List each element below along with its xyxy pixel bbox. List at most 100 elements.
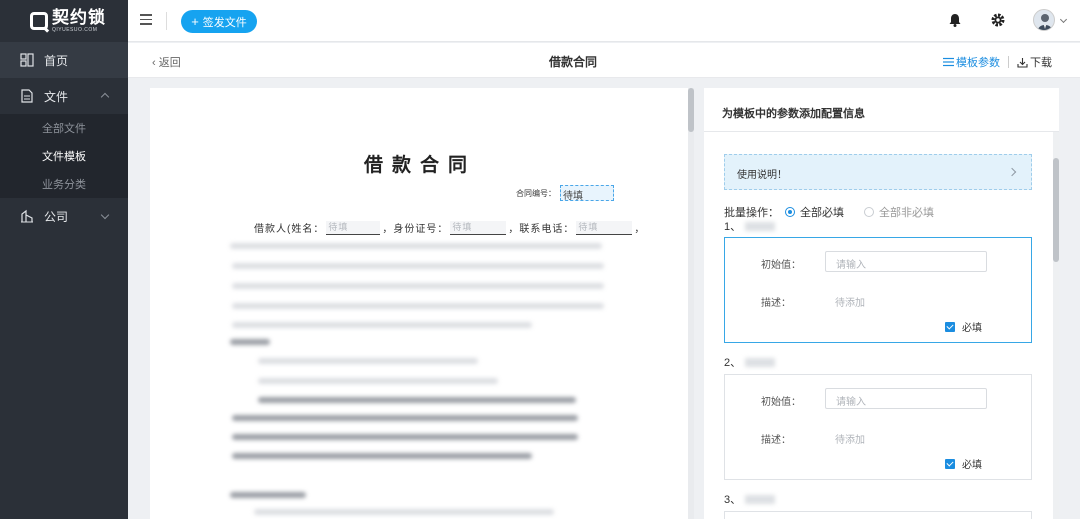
contract-title: 借款合同	[363, 154, 476, 176]
checkbox-checked-icon[interactable]	[945, 458, 955, 469]
param-card[interactable]: 初始值： 请输入 描述： 待添加 必填	[724, 374, 1032, 480]
top-bar: + 签发文件	[128, 0, 1080, 42]
sidebar-item-company[interactable]: 公司	[0, 198, 128, 234]
param-config-panel: 为模板中的参数添加配置信息 使用说明！ 批量操作： 全部必填 全部非必填 1、 …	[704, 88, 1059, 519]
sign-document-label: 签发文件	[202, 16, 247, 29]
sidebar: 契约锁 QIYUESUO.COM 首页 文件 全部文件 文件模板 业务分类 公司	[0, 0, 128, 519]
panel-title: 为模板中的参数添加配置信息	[704, 88, 1059, 132]
sidebar-item-files[interactable]: 文件	[0, 78, 128, 114]
blurred-text-line	[232, 453, 532, 459]
sidebar-submenu: 全部文件 文件模板 业务分类	[0, 114, 128, 198]
divider	[1008, 56, 1009, 68]
end-mark: ，	[634, 224, 646, 235]
usage-instructions[interactable]: 使用说明！	[724, 154, 1032, 190]
sidebar-item-home[interactable]: 首页	[0, 42, 128, 78]
gear-icon[interactable]	[990, 12, 1006, 28]
all-required-radio[interactable]	[785, 207, 795, 217]
sidebar-item-label: 首页	[44, 53, 69, 68]
document-header: ‹ 返回 借款合同 模板参数 下载	[128, 43, 1080, 78]
sidebar-item-all-files[interactable]: 全部文件	[0, 114, 128, 142]
initial-value-label: 初始值：	[761, 397, 801, 408]
download-label: 下载	[1030, 57, 1052, 69]
user-avatar-icon	[1037, 14, 1053, 30]
param-label: 2、	[724, 354, 776, 370]
param-card[interactable]: 初始值： 请输入 描述： 待添加 必填	[724, 237, 1032, 343]
template-params-button[interactable]: 模板参数	[943, 54, 1000, 70]
blurred-text-line	[232, 303, 604, 309]
bell-icon[interactable]	[947, 12, 963, 28]
all-optional-radio[interactable]	[864, 207, 874, 217]
blurred-heading	[230, 492, 306, 498]
param-label: 1、	[724, 218, 776, 234]
divider	[166, 12, 167, 30]
blurred-text-line	[258, 397, 576, 403]
scrollbar-thumb[interactable]	[1053, 158, 1059, 262]
required-label: 必填	[962, 323, 982, 334]
blurred-text-line	[230, 243, 602, 249]
blurred-text-line	[258, 378, 498, 384]
menu-toggle-icon[interactable]	[140, 14, 152, 26]
header-actions: 模板参数 下载	[943, 54, 1052, 70]
blurred-param-name	[745, 494, 776, 504]
initial-value-input[interactable]: 请输入	[825, 388, 987, 409]
description-field[interactable]: 待添加	[835, 294, 865, 309]
home-icon	[20, 53, 34, 67]
plus-icon: +	[191, 14, 199, 29]
list-icon	[943, 57, 954, 67]
logo-subtitle: QIYUESUO.COM	[52, 27, 98, 33]
borrower-name-field[interactable]: 待填	[326, 220, 381, 235]
all-optional-option[interactable]: 全部非必填	[858, 204, 934, 220]
download-icon	[1017, 57, 1028, 68]
required-label: 必填	[962, 460, 982, 471]
required-checkbox[interactable]: 必填	[945, 319, 982, 334]
blurred-text-line	[258, 358, 478, 364]
checkbox-checked-icon[interactable]	[945, 321, 955, 332]
scrollbar-thumb[interactable]	[688, 88, 694, 132]
borrower-line: 借款人(姓名： 待填 ，身份证号： 待填 ，联系电话： 待填 ，	[254, 220, 645, 235]
sidebar-item-label: 公司	[44, 209, 69, 224]
company-icon	[21, 209, 33, 223]
template-params-label: 模板参数	[956, 57, 1000, 69]
blurred-text-line	[232, 415, 578, 421]
phone-field[interactable]: 待填	[576, 220, 633, 235]
panel-scrollbar[interactable]	[1053, 132, 1059, 519]
all-optional-label[interactable]: 全部非必填	[879, 204, 934, 220]
chevron-right-icon	[1007, 167, 1017, 177]
chevron-down-icon[interactable]	[1059, 15, 1068, 24]
required-checkbox[interactable]: 必填	[945, 456, 982, 471]
param-number: 2、	[724, 357, 742, 369]
chevron-down-icon	[100, 210, 110, 220]
id-label: ，身份证号：	[382, 224, 449, 235]
sign-document-button[interactable]: + 签发文件	[181, 10, 257, 33]
blurred-text-line	[254, 509, 554, 515]
blurred-text-line	[232, 322, 532, 328]
download-button[interactable]: 下载	[1017, 54, 1052, 70]
usage-label: 使用说明！	[737, 170, 787, 181]
all-required-label[interactable]: 全部必填	[800, 204, 844, 220]
file-icon	[21, 89, 33, 103]
id-number-field[interactable]: 待填	[450, 220, 507, 235]
page-title: 借款合同	[548, 55, 597, 69]
param-label: 3、	[724, 491, 776, 507]
description-label: 描述：	[761, 435, 791, 446]
contract-number: 合同编号： 待填	[516, 185, 614, 202]
description-field[interactable]: 待添加	[835, 431, 865, 446]
blurred-text-line	[232, 434, 578, 440]
sidebar-item-business-category[interactable]: 业务分类	[0, 170, 128, 198]
blurred-heading	[230, 339, 270, 345]
document-scrollbar[interactable]	[688, 88, 694, 519]
logo-title: 契约锁	[52, 8, 106, 27]
sidebar-item-file-templates[interactable]: 文件模板	[0, 142, 128, 170]
document-preview: 借款合同 合同编号： 待填 借款人(姓名： 待填 ，身份证号： 待填 ，联系电话…	[150, 88, 688, 519]
chevron-up-icon	[100, 92, 110, 102]
param-card[interactable]	[724, 511, 1032, 519]
initial-value-label: 初始值：	[761, 260, 801, 271]
param-number: 1、	[724, 221, 742, 233]
param-number: 3、	[724, 494, 742, 506]
initial-value-input[interactable]: 请输入	[825, 251, 987, 272]
avatar[interactable]	[1033, 9, 1055, 31]
sidebar-item-label: 文件	[44, 89, 69, 104]
logo-icon	[30, 12, 48, 30]
contract-number-field[interactable]: 待填	[560, 185, 614, 202]
logo[interactable]: 契约锁 QIYUESUO.COM	[0, 0, 128, 42]
